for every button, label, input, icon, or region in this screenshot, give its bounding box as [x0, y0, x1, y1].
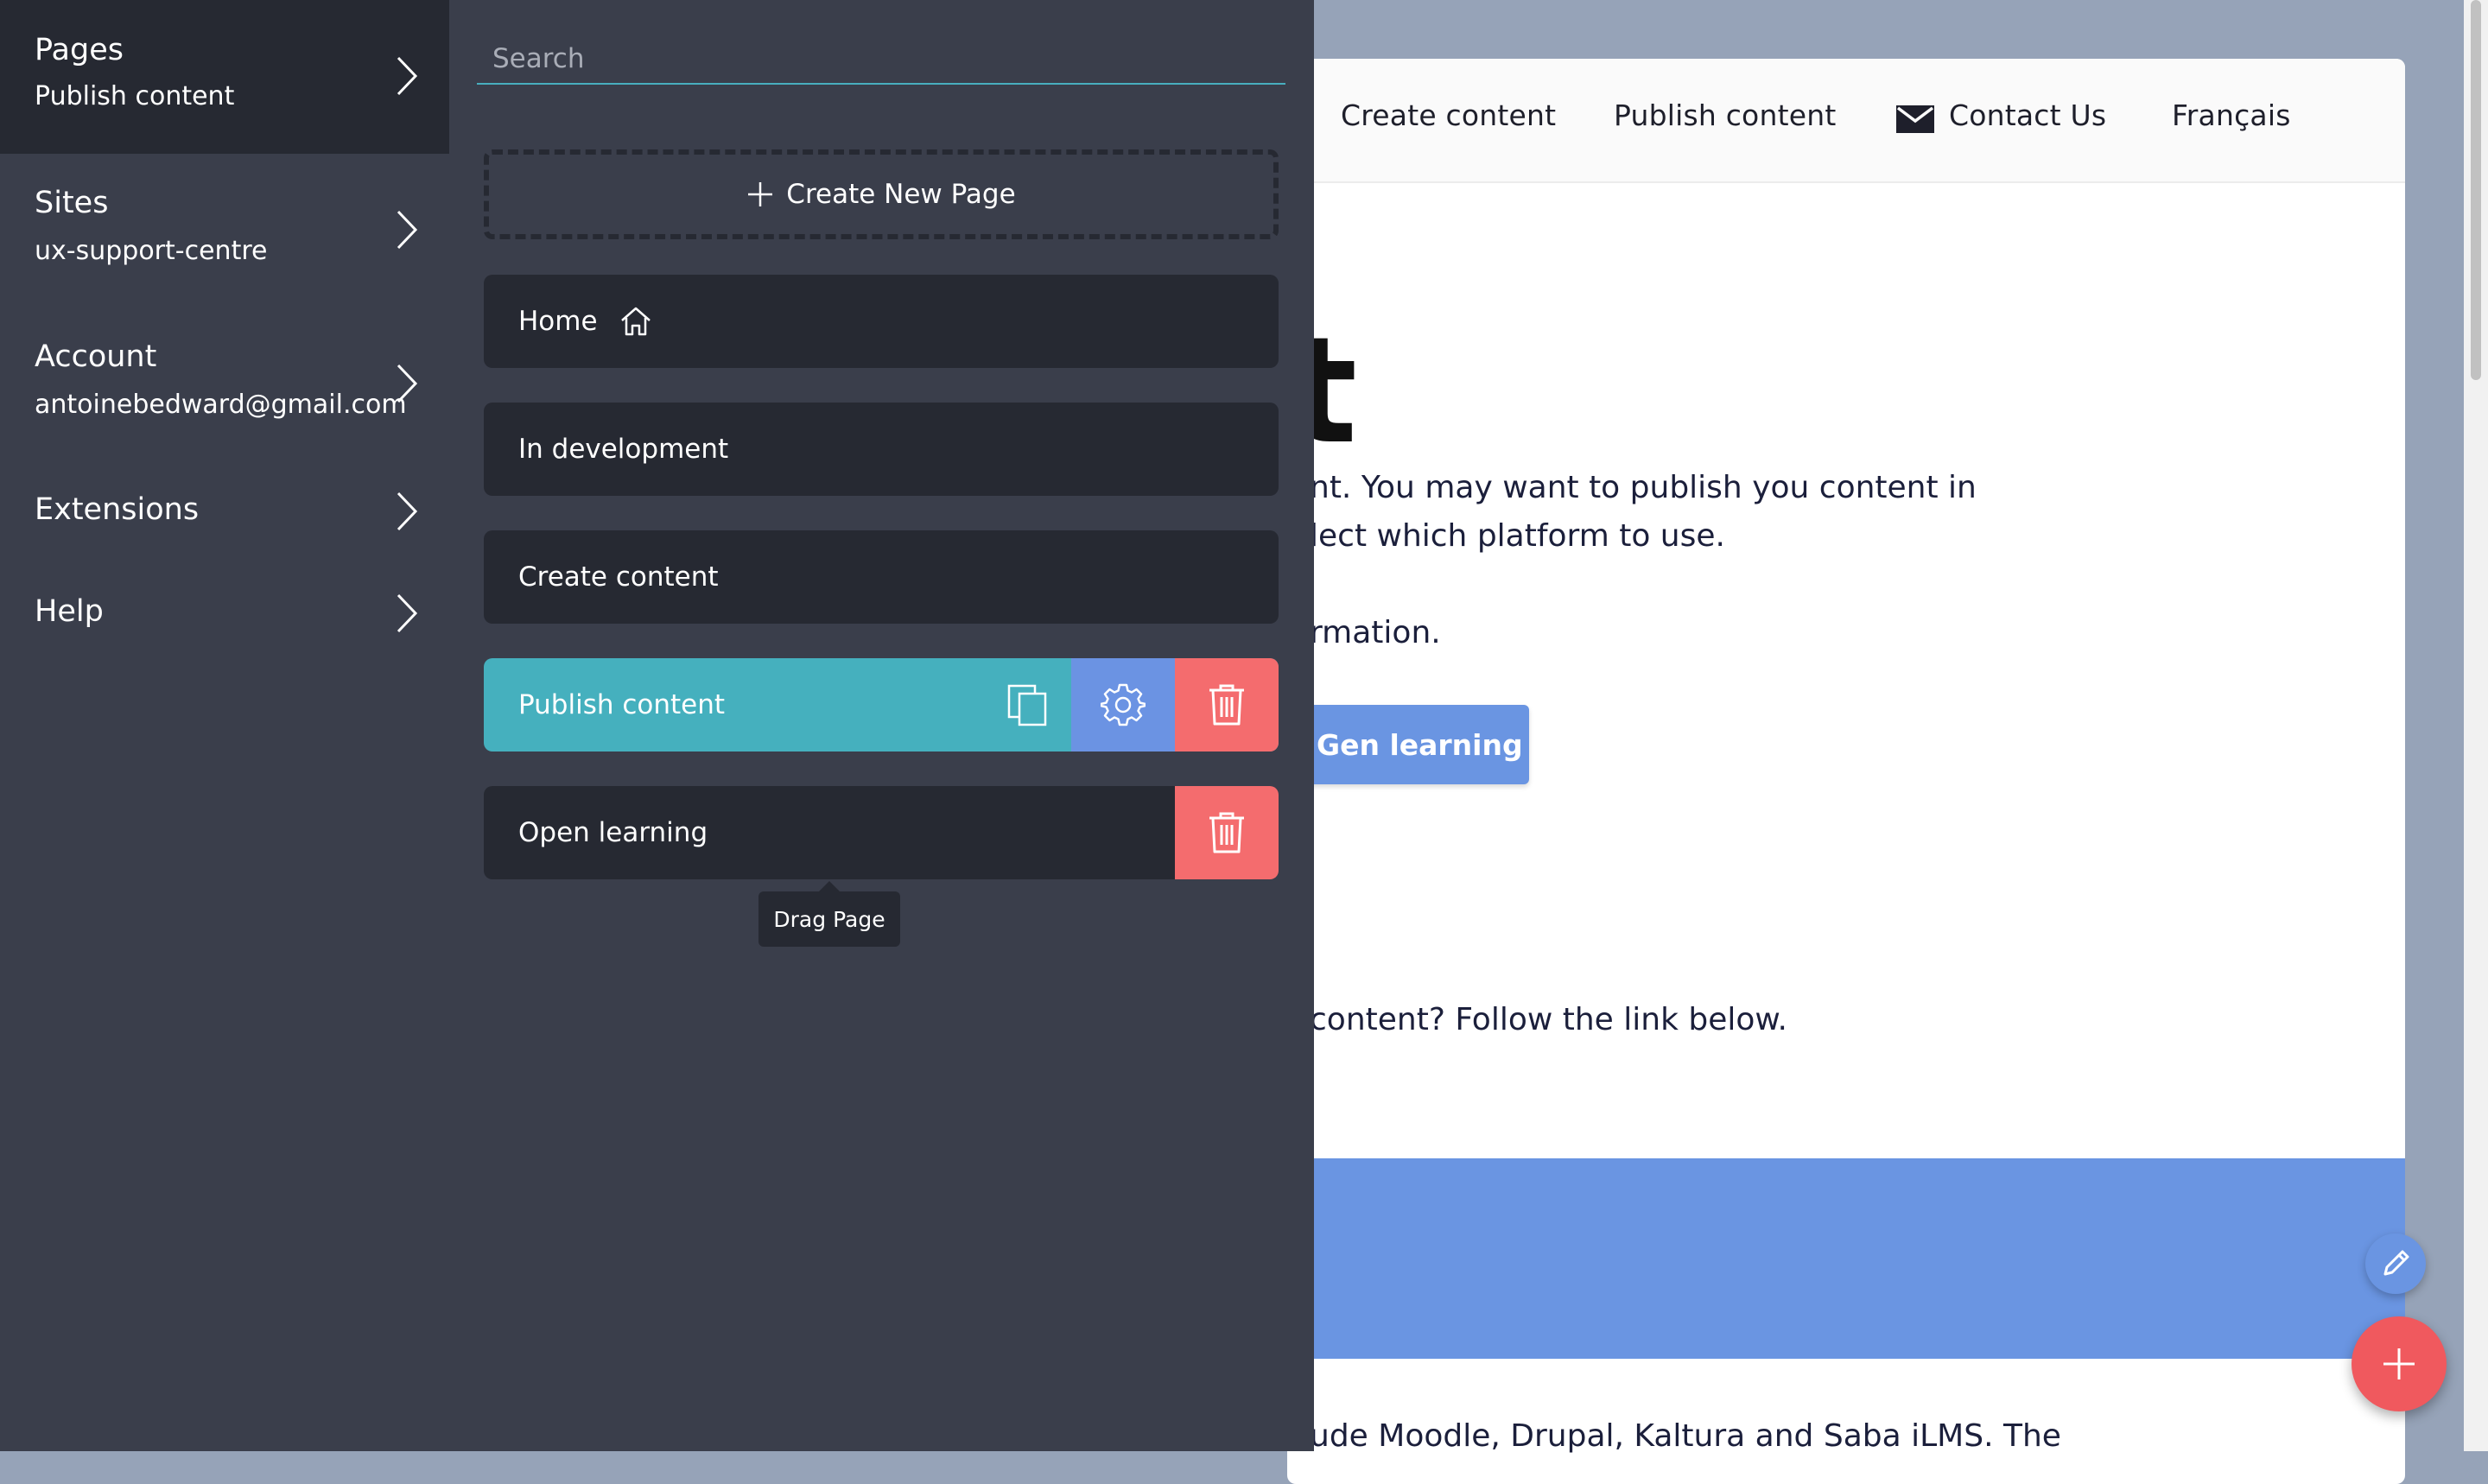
sidebar-item-subtitle: ux-support-centre: [35, 236, 268, 266]
pages-panel: Create New Page Home In development Crea…: [449, 0, 1314, 1451]
intro-line-2: lect which platform to use.: [1310, 518, 1725, 554]
page-item-label: Publish content: [518, 689, 726, 720]
intro-line-1: nt. You may want to publish you content …: [1310, 470, 1977, 505]
chevron-right-icon: [397, 364, 418, 403]
sidebar-item-title: Account: [35, 339, 157, 374]
sidebar-item-subtitle: antoinebedward@gmail.com: [35, 390, 407, 420]
delete-page-button[interactable]: [1175, 786, 1279, 879]
intro-line-3: rmation.: [1310, 615, 1441, 650]
nav-language[interactable]: Français: [2172, 98, 2291, 132]
scrollbar-thumb[interactable]: [2471, 0, 2481, 380]
page-item-create-content[interactable]: Create content: [484, 530, 1279, 624]
sidebar-item-title: Extensions: [35, 492, 200, 527]
sidebar-item-title: Pages: [35, 33, 124, 67]
editor-sidebar: Pages Publish content Sites ux-support-c…: [0, 0, 449, 1451]
sidebar-item-extensions[interactable]: Extensions: [0, 461, 449, 563]
plus-icon: [2383, 1348, 2415, 1379]
chevron-right-icon: [397, 56, 418, 96]
mail-icon: [1896, 105, 1934, 133]
duplicate-page-button[interactable]: [985, 658, 1071, 752]
search-input[interactable]: [477, 35, 1285, 83]
cta-label: Gen learning: [1317, 727, 1523, 762]
chevron-right-icon: [397, 593, 418, 633]
nav-publish-content[interactable]: Publish content: [1614, 98, 1836, 132]
sidebar-item-pages[interactable]: Pages Publish content: [0, 0, 449, 154]
blue-section: [1287, 1158, 2405, 1359]
page-item-home[interactable]: Home: [484, 275, 1279, 368]
delete-page-button[interactable]: [1175, 658, 1279, 752]
edit-button[interactable]: [2365, 1233, 2426, 1294]
sidebar-item-sites[interactable]: Sites ux-support-centre: [0, 154, 449, 308]
page-item-open-learning[interactable]: Open learning: [484, 786, 1279, 879]
page-item-publish-content[interactable]: Publish content: [484, 658, 1279, 752]
copy-icon: [1007, 684, 1047, 726]
pencil-icon: [2383, 1250, 2409, 1276]
sidebar-item-title: Sites: [35, 186, 109, 220]
gear-icon: [1101, 683, 1146, 726]
create-new-page-button[interactable]: Create New Page: [484, 149, 1279, 239]
trash-icon: [1209, 684, 1244, 726]
home-icon: [620, 307, 651, 336]
sidebar-item-title: Help: [35, 594, 104, 629]
nav-create-content[interactable]: Create content: [1341, 98, 1556, 132]
plus-icon: [748, 182, 773, 206]
sidebar-item-account[interactable]: Account antoinebedward@gmail.com: [0, 308, 449, 461]
chevron-right-icon: [397, 491, 418, 531]
page-item-label: Open learning: [518, 817, 708, 848]
nav-contact-us[interactable]: Contact Us: [1949, 98, 2106, 132]
trash-icon: [1209, 812, 1244, 853]
sidebar-item-help[interactable]: Help: [0, 563, 449, 665]
page-item-label: In development: [518, 434, 729, 465]
page-item-label: Home: [518, 306, 598, 337]
chevron-right-icon: [397, 210, 418, 250]
page-item-in-development[interactable]: In development: [484, 403, 1279, 496]
drag-page-tooltip: Drag Page: [758, 891, 900, 947]
platforms-text: ude Moodle, Drupal, Kaltura and Saba iLM…: [1310, 1418, 2061, 1454]
page-settings-button[interactable]: [1071, 658, 1175, 752]
follow-link-text: content? Follow the link below.: [1310, 1002, 1787, 1037]
site-nav: Create content Publish content Contact U…: [1287, 59, 2405, 183]
sidebar-item-subtitle: Publish content: [35, 81, 235, 111]
create-new-page-label: Create New Page: [786, 179, 1016, 210]
site-preview: Create content Publish content Contact U…: [1287, 59, 2405, 1484]
tooltip-arrow: [819, 881, 840, 891]
add-button[interactable]: [2352, 1316, 2447, 1411]
page-item-label: Create content: [518, 561, 719, 593]
search-underline: [477, 83, 1285, 85]
gen-learning-button[interactable]: Gen learning: [1287, 705, 1529, 784]
